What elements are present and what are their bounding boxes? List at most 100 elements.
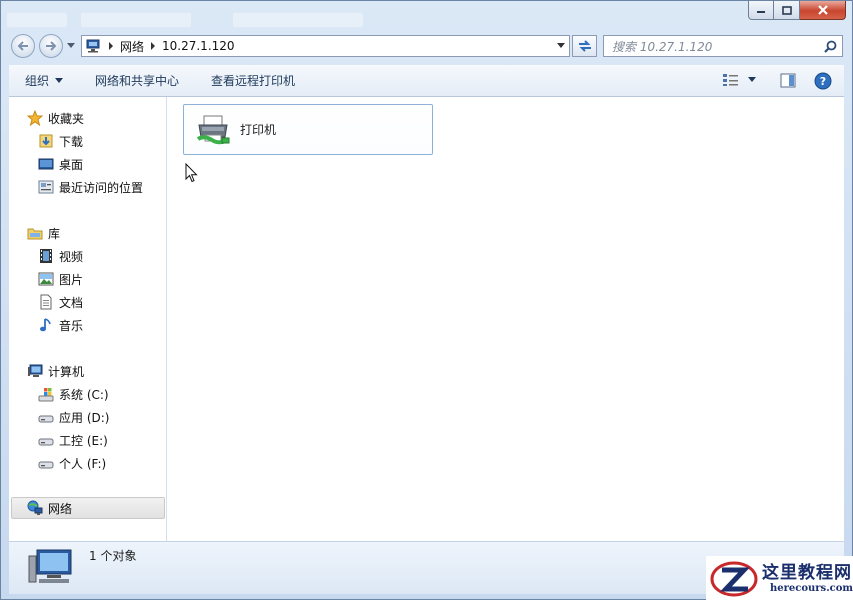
nav-item-label: 工控 (E:) [59,433,108,448]
nav-favorites[interactable]: 收藏夹 [27,107,84,129]
printer-item[interactable]: 打印机 [183,104,433,155]
chevron-down-icon [748,77,756,82]
document-icon [38,294,54,310]
nav-item-drive-e[interactable]: 工控 (E:) [38,429,108,451]
watermark-z-logo-icon [710,561,758,597]
arrow-right-icon [46,41,57,51]
back-button[interactable] [11,34,35,58]
window-controls [748,1,846,20]
network-computer-icon [86,39,100,53]
search-placeholder: 搜索 10.27.1.120 [612,39,713,54]
maximize-button[interactable] [774,1,800,20]
file-list-pane: 打印机 [167,97,844,541]
nav-network[interactable]: 网络 [27,497,72,519]
nav-item-downloads[interactable]: 下载 [38,130,83,152]
nav-item-pictures[interactable]: 图片 [38,268,83,290]
breadcrumb-item-host[interactable]: 10.27.1.120 [162,39,235,53]
nav-item-recent-places[interactable]: 最近访问的位置 [38,176,143,198]
organize-label: 组织 [25,74,50,88]
nav-item-desktop[interactable]: 桌面 [38,153,83,175]
nav-item-label: 应用 (D:) [59,410,110,425]
svg-text:?: ? [820,75,826,88]
preview-pane-icon [780,73,796,88]
nav-item-label: 视频 [59,249,84,264]
printer-item-label: 打印机 [240,123,277,137]
nav-item-drive-c[interactable]: 系统 (C:) [38,383,109,405]
item-count-text: 1 个对象 [89,549,137,563]
title-bar [1,1,852,29]
hard-drive-icon [38,432,54,448]
nav-item-music[interactable]: 音乐 [38,314,83,336]
nav-network-label: 网络 [48,501,73,516]
mouse-pointer-icon [185,163,198,183]
desktop-icon [38,156,54,172]
address-bar[interactable]: 网络 10.27.1.120 [81,35,570,57]
organize-menu-button[interactable]: 组织 [9,72,79,89]
breadcrumb-separator-icon[interactable] [150,42,156,50]
view-remote-printers-button[interactable]: 查看远程打印机 [195,72,311,89]
network-icon [27,500,43,516]
nav-item-drive-d[interactable]: 应用 (D:) [38,406,109,428]
nav-libraries-label: 库 [48,226,61,241]
close-icon [817,5,828,15]
refresh-icon [578,40,591,52]
recent-pages-dropdown-icon[interactable] [67,43,75,49]
chevron-down-icon [55,77,64,83]
preview-pane-button[interactable] [780,73,796,91]
nav-item-documents[interactable]: 文档 [38,291,83,313]
maximize-icon [781,5,792,15]
system-drive-icon [38,386,54,402]
help-icon: ? [814,72,832,90]
network-sharing-center-label: 网络和共享中心 [95,74,180,88]
forward-button[interactable] [39,34,63,58]
nav-computer-label: 计算机 [48,364,85,379]
breadcrumb: 网络 10.27.1.120 [82,38,235,55]
navigation-bar: 网络 10.27.1.120 搜索 10.27.1.120 [1,31,852,61]
nav-item-label: 下载 [59,134,84,149]
navigation-pane: 收藏夹 下载 桌面 最近访问的位置 库 视频 图片 文档 音乐 计算机 系统 (… [9,97,167,541]
video-icon [38,248,54,264]
address-history-dropdown-icon[interactable] [557,43,565,49]
recent-places-icon [38,179,54,195]
breadcrumb-separator-icon[interactable] [108,42,114,50]
nav-item-label: 音乐 [59,318,84,333]
nav-item-label: 个人 (F:) [59,456,107,471]
hard-drive-icon [38,455,54,471]
background-window-ghost [81,13,191,27]
view-remote-printers-label: 查看远程打印机 [211,74,296,88]
network-sharing-center-button[interactable]: 网络和共享中心 [79,72,195,89]
star-icon [27,110,43,126]
picture-icon [38,271,54,287]
close-button[interactable] [800,1,846,20]
help-button[interactable]: ? [814,72,832,93]
music-note-icon [38,317,54,333]
search-input[interactable]: 搜索 10.27.1.120 [603,35,843,57]
nav-item-videos[interactable]: 视频 [38,245,83,267]
watermark-logo: 这里教程网 herecours.com [706,556,853,600]
arrow-left-icon [17,41,28,51]
breadcrumb-item-network[interactable]: 网络 [120,38,144,55]
downloads-folder-icon [38,133,54,149]
nav-item-label: 文档 [59,295,84,310]
hard-drive-icon [38,409,54,425]
nav-item-label: 图片 [59,272,84,287]
explorer-window: 网络 10.27.1.120 搜索 10.27.1.120 组织 网络和共享中心… [0,0,853,600]
background-window-ghost [233,13,363,27]
nav-item-label: 最近访问的位置 [59,180,144,195]
nav-favorites-label: 收藏夹 [48,111,85,126]
nav-libraries[interactable]: 库 [27,222,60,244]
watermark-url: herecours.com [770,583,853,594]
command-bar: 组织 网络和共享中心 查看远程打印机 ? [9,65,844,97]
search-icon[interactable] [824,40,837,53]
refresh-button[interactable] [572,35,597,57]
watermark-title: 这里教程网 [762,563,852,583]
nav-item-drive-f[interactable]: 个人 (F:) [38,452,106,474]
library-icon [27,225,43,241]
nav-item-label: 系统 (C:) [59,387,109,402]
minimize-button[interactable] [748,1,774,20]
printer-icon [196,113,230,147]
view-options-button[interactable] [722,73,756,87]
nav-computer[interactable]: 计算机 [27,360,84,382]
computer-icon [27,363,43,379]
minimize-icon [757,11,765,13]
